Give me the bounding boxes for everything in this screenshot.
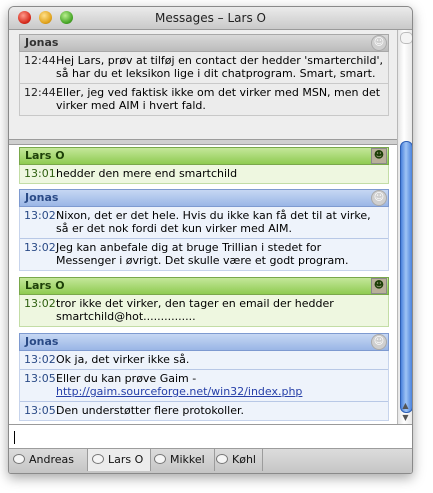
scroll-down-arrow-icon[interactable]: ▼ <box>398 412 412 424</box>
scroll-up-arrow-icon[interactable]: ▲ <box>398 400 412 412</box>
history-divider <box>9 139 397 145</box>
transcript-scrollbar[interactable]: ▲ ▼ <box>397 30 412 424</box>
message-row: 13:05 Den understøtter flere protokoller… <box>20 401 388 420</box>
tab-label: Mikkel <box>170 453 205 466</box>
buddy-icon: ☺ <box>371 35 387 51</box>
message-time: 13:05 <box>24 404 56 417</box>
message-text: Nixon, det er det hele. Hvis du ikke kan… <box>56 209 371 235</box>
message-time: 12:44 <box>24 54 56 67</box>
message-text: hedder den mere end smartchild <box>56 167 238 180</box>
sender-name: Jonas <box>25 36 59 49</box>
message-time: 13:01 <box>24 167 56 180</box>
history-message-block: Jonas ☺ 12:44 Hej Lars, prøv at tilføj e… <box>19 34 389 116</box>
sender-name: Lars O <box>25 149 65 162</box>
title-bar[interactable]: Messages – Lars O <box>9 7 412 30</box>
tab-mikkel[interactable]: Mikkel <box>150 449 215 471</box>
message-row: 13:05 Eller du kan prøve Gaim - http://g… <box>20 369 388 401</box>
tab-label: Køhl <box>232 453 256 466</box>
message-row: 12:44 Hej Lars, prøv at tilføj en contac… <box>20 52 388 83</box>
tab-andreas[interactable]: Andreas <box>9 449 90 471</box>
message-time: 13:02 <box>24 297 56 310</box>
message-input[interactable] <box>9 424 412 449</box>
tab-lars-o[interactable]: Lars O <box>87 449 151 471</box>
message-text-prefix: Eller du kan prøve Gaim - <box>56 372 197 385</box>
message-time: 13:05 <box>24 372 56 385</box>
message-row: 13:02 Ok ja, det virker ikke så. <box>20 351 388 369</box>
message-text: Hej Lars, prøv at tilføj en contact der … <box>56 54 383 80</box>
sender-name: Jonas <box>25 335 59 348</box>
sender-header: Lars O ☻ <box>19 147 389 165</box>
tab-label: Lars O <box>108 453 144 466</box>
message-time: 12:44 <box>24 86 56 99</box>
sender-name: Lars O <box>25 279 65 292</box>
message-block: Jonas ☺ 13:02 Nixon, det er det hele. Hv… <box>19 189 389 271</box>
message-row: 13:02 tror ikke det virker, den tager en… <box>20 295 388 326</box>
sender-header: Jonas ☺ <box>19 189 389 207</box>
buddy-icon: ☺ <box>371 334 387 350</box>
speech-bubble-icon <box>13 454 25 464</box>
message-block: Jonas ☺ 13:02 Ok ja, det virker ikke så.… <box>19 333 389 421</box>
sender-header: Jonas ☺ <box>19 333 389 351</box>
buddy-icon: ☺ <box>371 190 387 206</box>
buddy-icon: ☻ <box>371 278 387 294</box>
sender-header: Jonas ☺ <box>19 34 389 52</box>
text-caret <box>14 431 15 444</box>
message-text: Den understøtter flere protokoller. <box>56 404 244 417</box>
message-row: 13:01 hedder den mere end smartchild <box>20 165 388 183</box>
message-row: 12:44 Eller, jeg ved faktisk ikke om det… <box>20 83 388 115</box>
speech-bubble-icon <box>154 454 166 464</box>
chat-transcript[interactable]: Jonas ☺ 12:44 Hej Lars, prøv at tilføj e… <box>9 30 397 424</box>
message-block: Lars O ☻ 13:02 tror ikke det virker, den… <box>19 277 389 327</box>
buddy-icon: ☻ <box>371 148 387 164</box>
message-text: Eller du kan prøve Gaim - http://gaim.so… <box>54 372 384 398</box>
history-section: Jonas ☺ 12:44 Hej Lars, prøv at tilføj e… <box>9 30 397 139</box>
sender-name: Jonas <box>25 191 59 204</box>
window-title: Messages – Lars O <box>155 11 266 25</box>
message-text: Jeg kan anbefale dig at bruge Trillian i… <box>56 241 349 267</box>
sender-header: Lars O ☻ <box>19 277 389 295</box>
message-text: Ok ja, det virker ikke så. <box>56 353 190 366</box>
messages-window: Messages – Lars O Jonas ☺ 12:44 Hej Lars… <box>8 6 413 474</box>
tab-label: Andreas <box>29 453 74 466</box>
message-row: 13:02 Nixon, det er det hele. Hvis du ik… <box>20 207 388 238</box>
scrollbar-track-cap <box>400 32 412 44</box>
message-text: Eller, jeg ved faktisk ikke om det virke… <box>56 86 381 112</box>
gaim-link[interactable]: http://gaim.sourceforge.net/win32/index.… <box>56 385 302 398</box>
message-row: 13:02 Jeg kan anbefale dig at bruge Tril… <box>20 238 388 270</box>
message-block: Lars O ☻ 13:01 hedder den mere end smart… <box>19 147 389 184</box>
message-time: 13:02 <box>24 241 56 254</box>
message-time: 13:02 <box>24 353 56 366</box>
message-text: tror ikke det virker, den tager en email… <box>56 297 334 323</box>
scroll-thumb[interactable] <box>400 141 412 413</box>
speech-bubble-icon <box>216 454 228 464</box>
tab-kohl[interactable]: Køhl <box>212 449 263 471</box>
speech-bubble-icon <box>92 454 104 464</box>
tab-bar: Andreas Lars O Mikkel Køhl <box>9 448 412 473</box>
message-time: 13:02 <box>24 209 56 222</box>
